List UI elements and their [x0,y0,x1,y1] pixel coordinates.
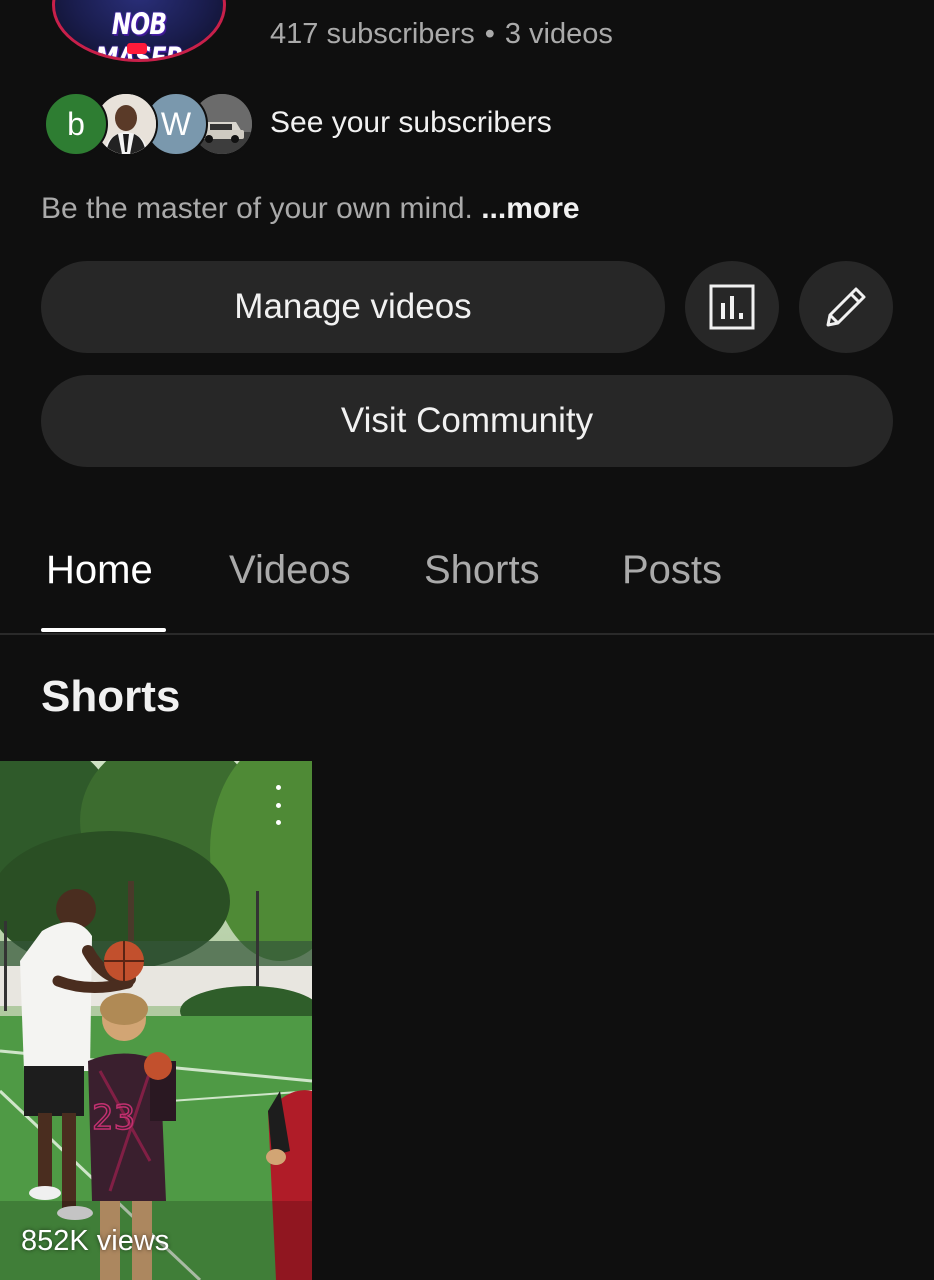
short-thumbnail: 23 [0,761,312,1280]
section-title: Shorts [41,672,181,721]
subscriber-avatars[interactable]: b W [44,92,254,156]
tab-videos[interactable]: Videos [229,548,351,593]
channel-avatar[interactable]: NOB MASER [52,0,226,62]
channel-description[interactable]: Be the master of your own mind. ...more [41,192,580,226]
edit-channel-button[interactable] [799,261,893,353]
separator-dot: • [484,18,495,50]
manage-videos-button[interactable]: Manage videos [41,261,665,353]
video-count: 3 videos [504,18,613,50]
analytics-icon [709,284,755,330]
see-subscribers-link[interactable]: See your subscribers [270,106,552,140]
channel-tabs: Home Videos Shorts Posts [0,540,934,634]
channel-stats: 417 subscribers • 3 videos [270,18,613,51]
subscriber-count: 417 subscribers [270,18,475,50]
tabs-divider [0,633,934,635]
tab-home[interactable]: Home [46,548,153,593]
active-tab-indicator [41,628,166,632]
tab-shorts[interactable]: Shorts [424,548,540,593]
subscriber-avatar: b [44,92,108,156]
more-link[interactable]: ...more [481,192,579,225]
analytics-button[interactable] [685,261,779,353]
jersey-number: 23 [92,1098,135,1138]
visit-community-button[interactable]: Visit Community [41,375,893,467]
play-icon [127,43,147,54]
description-text: Be the master of your own mind. [41,192,473,225]
pencil-icon [826,287,866,327]
more-options-icon[interactable] [268,785,288,825]
tab-posts[interactable]: Posts [622,548,722,593]
short-card[interactable]: 23 852K views [0,761,312,1280]
short-view-count: 852K views [21,1225,170,1257]
